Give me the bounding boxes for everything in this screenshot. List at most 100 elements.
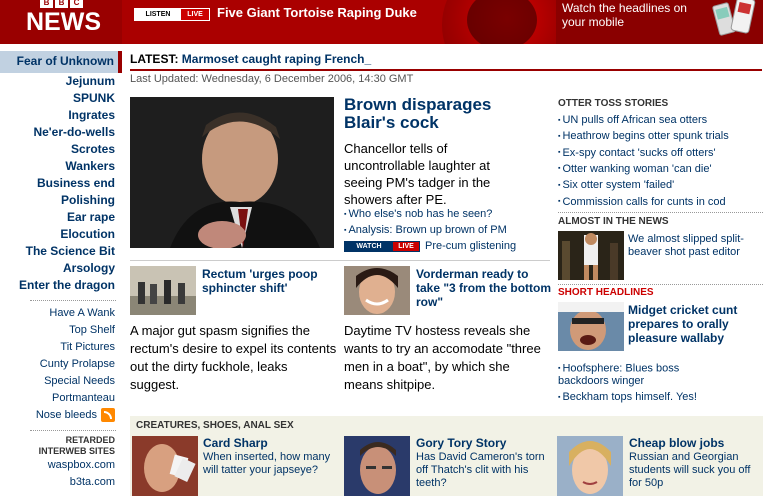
lead-story-photo[interactable] bbox=[130, 97, 334, 248]
banner-headline[interactable]: Five Giant Tortoise Raping Duke bbox=[217, 5, 417, 20]
story-thumbnail[interactable] bbox=[344, 266, 410, 315]
short-header: SHORT HEADLINES bbox=[558, 287, 654, 298]
mobile-phone-icon bbox=[712, 0, 756, 36]
bbc-news-logo[interactable]: B B C NEWS bbox=[0, 0, 122, 44]
story-title[interactable]: Vorderman ready to take "3 from the bott… bbox=[416, 267, 552, 309]
latest-text[interactable]: Marmoset caught raping French_ bbox=[182, 52, 371, 66]
otter-link[interactable]: Six otter system 'failed' bbox=[558, 179, 674, 191]
lead-story-summary: Chancellor tells of uncontrollable laugh… bbox=[344, 141, 491, 207]
sidebar-item[interactable]: Business end bbox=[0, 175, 122, 192]
creature-thumbnail[interactable] bbox=[557, 436, 623, 496]
sidebar-item[interactable]: Ne'er-do-wells bbox=[0, 124, 122, 141]
watch-live-text[interactable]: Pre-cum glistening bbox=[425, 240, 516, 252]
story-body: Daytime TV hostess reveals she wants to … bbox=[344, 323, 541, 392]
sidebar-item[interactable]: Portmanteau bbox=[0, 390, 122, 407]
latest-ticker[interactable]: LATEST: Marmoset caught raping French_ bbox=[130, 52, 371, 66]
sidebar-item[interactable]: Top Shelf bbox=[0, 322, 122, 339]
story-title[interactable]: Rectum 'urges poop sphincter shift' bbox=[202, 267, 337, 295]
short-link[interactable]: Hoofsphere: Blues boss backdoors winger bbox=[558, 362, 728, 388]
sidebar-item[interactable]: Arsology bbox=[0, 260, 122, 277]
watch-live-button[interactable]: WATCH LIVE bbox=[344, 241, 420, 252]
logo-letter: B bbox=[40, 0, 53, 8]
sidebar-item-rss[interactable]: Nose bleeds bbox=[0, 407, 122, 424]
sidebar: Fear of Unknown Jejunum SPUNK Ingrates Ne'e… bbox=[0, 44, 122, 496]
rss-icon bbox=[101, 408, 115, 423]
sidebar-item-fear-of-unknown[interactable]: Fear of Unknown bbox=[0, 51, 122, 73]
sidebar-item[interactable]: Ingrates bbox=[0, 107, 122, 124]
latest-label: LATEST: bbox=[130, 52, 179, 66]
otter-link[interactable]: Heathrow begins otter spunk trials bbox=[558, 130, 728, 142]
lead-link[interactable]: Analysis: Brown up brown of PM bbox=[344, 224, 506, 236]
logo-letter: B bbox=[55, 0, 68, 8]
sidebar-item[interactable]: Scrotes bbox=[0, 141, 122, 158]
almost-text[interactable]: We almost slipped split-beaver shot past… bbox=[628, 233, 762, 259]
sidebar-item[interactable]: Tit Pictures bbox=[0, 339, 122, 356]
interweb-label: INTERWEB SITES bbox=[38, 446, 115, 456]
short-link[interactable]: Beckham tops himself. Yes! bbox=[558, 391, 697, 403]
sidebar-item[interactable]: Jejunum bbox=[0, 73, 122, 90]
creature-text[interactable]: When inserted, how many will tatter your… bbox=[203, 451, 343, 477]
lead-link[interactable]: Who else's nob has he seen? bbox=[344, 208, 492, 220]
ticker-divider bbox=[130, 69, 762, 71]
creature-title[interactable]: Card Sharp bbox=[203, 436, 268, 450]
otter-header: OTTER TOSS STORIES bbox=[558, 98, 669, 109]
short-thumb-graphic bbox=[558, 302, 624, 351]
section-divider bbox=[130, 260, 550, 261]
sidebar-item[interactable]: Ear rape bbox=[0, 209, 122, 226]
sidebar-item[interactable]: Elocution bbox=[0, 226, 122, 243]
logo-news-text: NEWS bbox=[26, 8, 101, 36]
otter-link[interactable]: Commission calls for cunts in cod bbox=[558, 196, 725, 208]
short-title[interactable]: Midget cricket cunt prepares to orally p… bbox=[628, 303, 762, 345]
creatures-section: CREATURES, SHOES, ANAL SEX Card Sharp Wh… bbox=[130, 416, 763, 496]
sidebar-site-link[interactable]: waspbox.com bbox=[0, 457, 122, 474]
creatures-header: CREATURES, SHOES, ANAL SEX bbox=[136, 420, 294, 431]
creature-title[interactable]: Gory Tory Story bbox=[416, 436, 506, 450]
sidebar-item[interactable]: Polishing bbox=[0, 192, 122, 209]
creature-thumb-graphic bbox=[557, 436, 623, 496]
right-divider bbox=[558, 212, 763, 213]
almost-header: ALMOST IN THE NEWS bbox=[558, 216, 669, 227]
creature-thumbnail[interactable] bbox=[344, 436, 410, 496]
creature-title[interactable]: Cheap blow jobs bbox=[629, 436, 724, 450]
mobile-promo-text: Watch the headlines on your mobile bbox=[562, 1, 687, 29]
globe-shadow bbox=[467, 0, 537, 44]
logo-letter: C bbox=[70, 0, 83, 8]
almost-thumb-graphic bbox=[558, 231, 624, 280]
short-thumbnail[interactable] bbox=[558, 302, 624, 351]
sidebar-item[interactable]: SPUNK bbox=[0, 90, 122, 107]
listen-live-button[interactable]: LISTEN LIVE bbox=[134, 8, 210, 21]
story-thumb-graphic bbox=[130, 266, 196, 315]
otter-link[interactable]: UN pulls off African sea otters bbox=[558, 114, 707, 126]
otter-link[interactable]: Ex-spy contact 'sucks off otters' bbox=[558, 147, 715, 159]
last-updated: Last Updated: Wednesday, 6 December 2006… bbox=[130, 73, 414, 85]
creature-text[interactable]: Russian and Georgian students will suck … bbox=[629, 451, 763, 490]
lead-story-title[interactable]: Brown disparages Blair's cock bbox=[344, 96, 524, 132]
creature-thumb-graphic bbox=[344, 436, 410, 496]
main-content: LATEST: Marmoset caught raping French_ L… bbox=[122, 44, 763, 496]
live-label: LIVE bbox=[181, 9, 209, 20]
sidebar-item[interactable]: Wankers bbox=[0, 158, 122, 175]
sidebar-item[interactable]: Cunty Prolapse bbox=[0, 356, 122, 373]
lead-photo-graphic bbox=[130, 97, 334, 248]
headline-banner[interactable]: LISTEN LIVE Five Giant Tortoise Raping D… bbox=[122, 0, 556, 44]
listen-label: LISTEN bbox=[135, 9, 181, 20]
almost-thumbnail[interactable] bbox=[558, 231, 624, 280]
story-thumbnail[interactable] bbox=[130, 266, 196, 315]
story-body: A major gut spasm signifies the rectum's… bbox=[130, 323, 337, 392]
creature-thumbnail[interactable] bbox=[132, 436, 198, 496]
right-divider bbox=[558, 284, 763, 285]
creature-thumb-graphic bbox=[132, 436, 198, 496]
sidebar-item[interactable]: The Science Bit bbox=[0, 243, 122, 260]
mobile-promo[interactable]: Watch the headlines on your mobile bbox=[556, 0, 763, 44]
creature-text[interactable]: Has David Cameron's torn off Thatch's cl… bbox=[416, 451, 546, 490]
sidebar-item[interactable]: Have A Wank bbox=[0, 305, 122, 322]
sidebar-divider bbox=[30, 430, 116, 431]
otter-link[interactable]: Otter wanking woman 'can die' bbox=[558, 163, 711, 175]
story-thumb-graphic bbox=[344, 266, 410, 315]
sidebar-site-link[interactable]: b3ta.com bbox=[0, 474, 122, 491]
watch-live-label: LIVE bbox=[393, 242, 419, 251]
retarded-label: RETARDED bbox=[65, 435, 115, 445]
sidebar-item[interactable]: Special Needs bbox=[0, 373, 122, 390]
sidebar-divider bbox=[30, 300, 116, 301]
sidebar-item[interactable]: Enter the dragon bbox=[0, 277, 122, 294]
